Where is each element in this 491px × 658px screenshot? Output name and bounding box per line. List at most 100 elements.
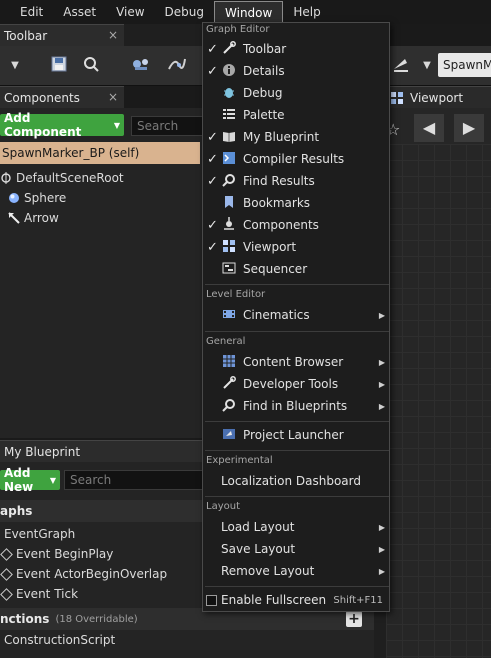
event-graph-item[interactable]: EventGraph [4,527,75,541]
launcher-icon [221,427,237,443]
submenu-arrow-icon: ▶ [378,522,385,532]
construction-script-item[interactable]: ConstructionScript [4,633,115,647]
section-header-level-editor: Level Editor [206,289,266,300]
tree-item-arrow[interactable]: Arrow [8,210,59,226]
menu-item-bookmarks[interactable]: Bookmarks [203,192,389,214]
close-icon[interactable]: × [108,28,118,42]
menu-item-viewport[interactable]: ✓ Viewport [203,236,389,258]
submenu-arrow-icon: ▶ [378,357,385,367]
section-header-graph-editor: Graph Editor [206,24,270,35]
chevron-down-icon[interactable]: ▼ [416,55,438,77]
menu-item-compiler-results[interactable]: ✓ Compiler Results [203,148,389,170]
components-search-input[interactable]: Search [131,116,203,136]
menu-item-label: Project Launcher [243,428,344,442]
event-actor-begin-overlap-item[interactable]: Event ActorBeginOverlap [0,567,167,581]
close-icon[interactable]: × [108,90,118,104]
add-function-plus-icon[interactable]: + [346,611,362,627]
menu-asset[interactable]: Asset [53,1,106,23]
menu-item-find-in-blueprints[interactable]: Find in Blueprints ▶ [203,395,389,417]
magnifier-icon [221,398,237,414]
save-icon[interactable] [48,55,70,77]
tree-item-sphere[interactable]: Sphere [8,190,66,206]
event-diamond-icon [0,587,13,601]
event-label: Event Tick [16,587,79,601]
menu-item-localization-dashboard[interactable]: Localization Dashboard [203,470,389,492]
menu-edit[interactable]: Edit [0,1,53,23]
menu-item-load-layout[interactable]: Load Layout ▶ [203,516,389,538]
my-blueprint-tab[interactable]: My Blueprint [0,440,202,462]
event-tick-item[interactable]: Event Tick [0,587,78,601]
menu-item-label: Bookmarks [243,196,311,210]
back-icon[interactable]: ◀ [414,114,444,142]
menu-item-label: Cinematics [243,308,310,322]
add-component-button[interactable]: Add Component ▼ [0,111,124,139]
functions-overridable-count: (18 Overridable) [55,613,138,625]
arrow-icon [8,212,20,224]
menu-item-label: Sequencer [243,262,308,276]
menu-debug[interactable]: Debug [155,1,214,23]
menu-item-debug[interactable]: Debug [203,82,389,104]
components-tab[interactable]: Components × [0,86,124,108]
menu-item-project-launcher[interactable]: Project Launcher [203,424,389,446]
class-settings-icon[interactable] [130,55,152,77]
chevron-down-icon: ▼ [49,475,56,485]
menu-item-label: Save Layout [221,542,296,556]
tree-item-default-scene-root[interactable]: DefaultSceneRoot [0,170,124,186]
event-begin-play-item[interactable]: Event BeginPlay [0,547,113,561]
launch-icon[interactable] [390,55,412,77]
debug-object-dropdown[interactable]: SpawnM [438,53,491,77]
add-new-button[interactable]: Add New ▼ [0,466,60,494]
book-icon [221,129,237,145]
menu-item-developer-tools[interactable]: Developer Tools ▶ [203,373,389,395]
my-blueprint-search-input[interactable]: Search [64,470,204,490]
check-icon: ✓ [207,239,218,255]
bookmark-icon [221,195,237,211]
viewport-tab-label: Viewport [410,90,464,105]
fullscreen-checkbox[interactable] [206,594,217,606]
menu-item-content-browser[interactable]: Content Browser ▶ [203,351,389,373]
event-diamond-icon [0,547,13,561]
functions-header-label: nctions [0,612,50,626]
menu-item-sequencer[interactable]: Sequencer [203,258,389,280]
sequencer-icon [221,261,237,277]
tab-bar-filler [124,24,202,46]
menu-item-components[interactable]: ✓ Components [203,214,389,236]
menu-item-label: My Blueprint [243,130,320,144]
menu-item-remove-layout[interactable]: Remove Layout ▶ [203,560,389,582]
menu-item-find-results[interactable]: ✓ Find Results [203,170,389,192]
viewport-tab[interactable]: Viewport [386,86,491,108]
menu-item-palette[interactable]: Palette [203,104,389,126]
menu-item-label: Components [243,218,319,232]
tree-item-label: Arrow [24,211,59,225]
menu-item-label: Localization Dashboard [221,474,361,488]
forward-icon[interactable]: ▶ [454,114,484,142]
menu-item-label: Details [243,64,285,78]
chevron-down-icon[interactable]: ▼ [4,55,26,77]
my-blueprint-tab-label: My Blueprint [4,444,81,459]
menu-help[interactable]: Help [283,1,330,23]
submenu-arrow-icon: ▶ [378,566,385,576]
menu-item-details[interactable]: ✓ Details [203,60,389,82]
toolbar-tab-label: Toolbar [4,28,48,43]
menu-item-label: Remove Layout [221,564,315,578]
menu-separator [205,421,389,422]
self-component-row[interactable]: SpawnMarker_BP (self) [0,142,200,164]
menu-item-label: Compiler Results [243,152,345,166]
menu-view[interactable]: View [106,1,154,23]
tree-item-label: DefaultSceneRoot [16,171,124,185]
menu-window[interactable]: Window [214,1,284,23]
event-diamond-icon [0,567,13,581]
menu-item-save-layout[interactable]: Save Layout ▶ [203,538,389,560]
toolbar-tab[interactable]: Toolbar × [0,24,124,46]
class-defaults-icon[interactable] [166,55,188,77]
menu-item-label: Find in Blueprints [243,399,348,413]
find-in-content-browser-icon[interactable] [80,55,102,77]
section-header-layout: Layout [206,501,240,512]
menu-item-my-blueprint[interactable]: ✓ My Blueprint [203,126,389,148]
graph-grid[interactable] [386,144,491,658]
menu-item-label: Viewport [243,240,297,254]
menu-item-cinematics[interactable]: Cinematics ▶ [203,304,389,326]
menu-item-toolbar[interactable]: ✓ Toolbar [203,38,389,60]
menu-item-enable-fullscreen[interactable]: Enable Fullscreen Shift+F11 [203,589,389,611]
menu-item-label: Palette [243,108,285,122]
